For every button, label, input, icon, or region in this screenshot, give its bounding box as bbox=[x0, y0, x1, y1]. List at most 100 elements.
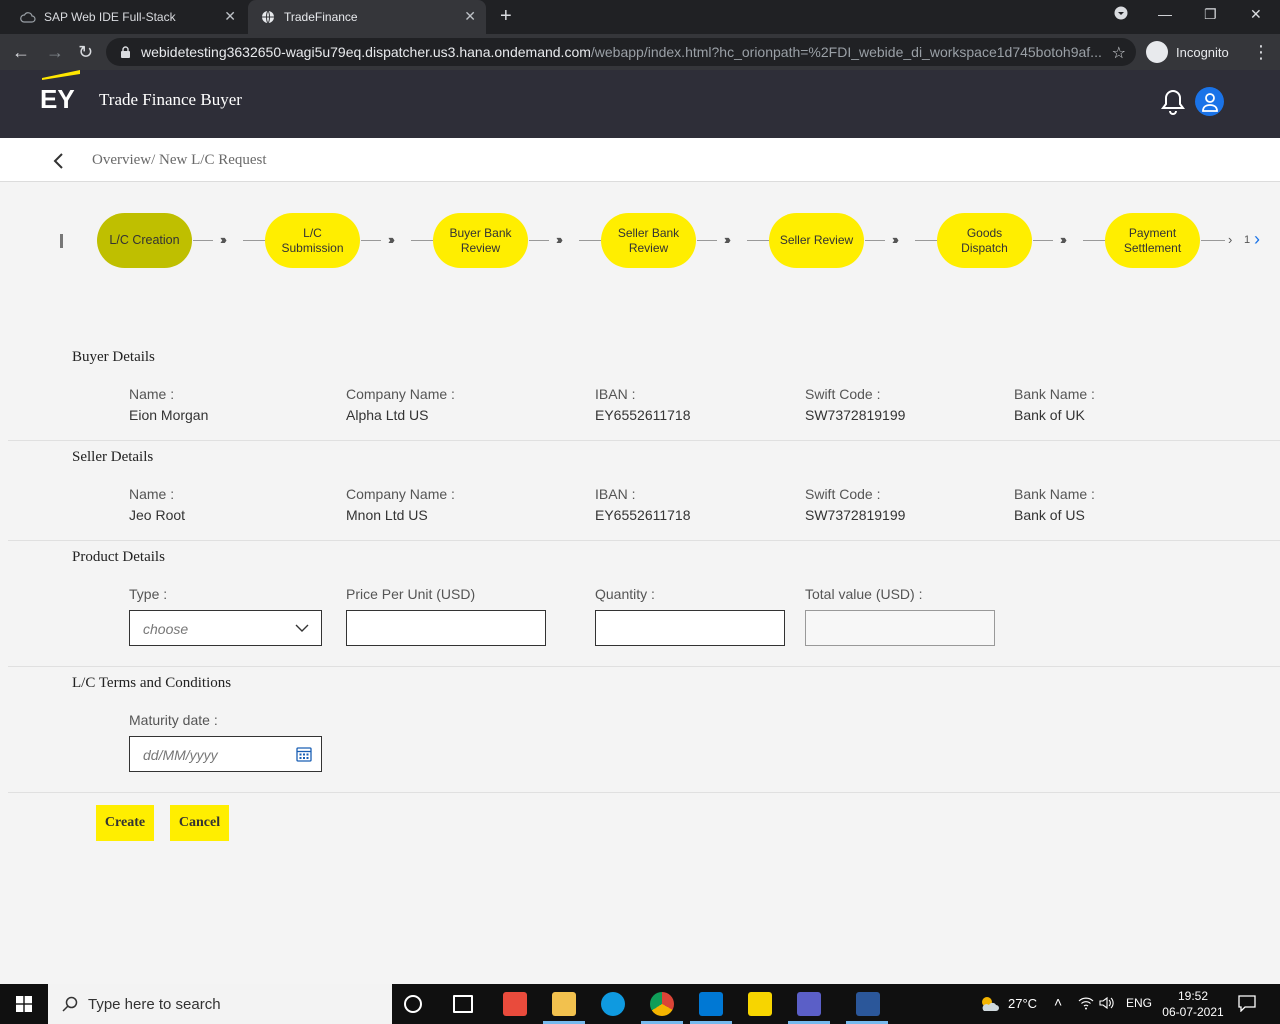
app-title: Trade Finance Buyer bbox=[99, 90, 242, 109]
total-value-input bbox=[805, 610, 995, 646]
browser-menu-icon[interactable]: ⋮ bbox=[1252, 42, 1270, 63]
vscode-icon[interactable] bbox=[699, 992, 723, 1016]
teams-icon[interactable] bbox=[797, 992, 821, 1016]
tray-chevron-up-icon[interactable]: ˄ bbox=[1054, 994, 1062, 1010]
step-connector bbox=[529, 240, 549, 241]
quantity-input[interactable] bbox=[595, 610, 785, 646]
section-divider bbox=[8, 792, 1280, 793]
seller-company-value: Mnon Ltd US bbox=[346, 507, 428, 523]
step-buyer-bank-review[interactable]: Buyer Bank Review bbox=[433, 213, 528, 268]
seller-swift-label: Swift Code : bbox=[805, 486, 881, 502]
chevrons-right-icon: ››› bbox=[724, 232, 731, 247]
lc-terms-title: L/C Terms and Conditions bbox=[72, 675, 232, 691]
language-indicator[interactable]: ENG bbox=[1126, 996, 1152, 1010]
sticky-notes-icon[interactable] bbox=[748, 992, 772, 1016]
windows-taskbar: Type here to search 27°C ˄ ENG 19:52 06-… bbox=[0, 984, 1280, 1024]
chevrons-right-icon: ››› bbox=[1060, 232, 1067, 247]
cortana-icon[interactable] bbox=[404, 995, 422, 1013]
section-divider bbox=[8, 666, 1280, 667]
tab-title: SAP Web IDE Full-Stack bbox=[44, 10, 176, 24]
url-host: webidetesting3632650-wagi5u79eq.dispatch… bbox=[141, 44, 591, 60]
buyer-company-label: Company Name : bbox=[346, 386, 455, 402]
step-seller-bank-review[interactable]: Seller Bank Review bbox=[601, 213, 696, 268]
type-select[interactable]: choose bbox=[129, 610, 322, 646]
calendar-icon[interactable] bbox=[296, 746, 312, 762]
task-view-icon[interactable] bbox=[453, 995, 473, 1013]
seller-company-label: Company Name : bbox=[346, 486, 455, 502]
chevrons-right-icon: ››› bbox=[388, 232, 395, 247]
step-label: Payment Settlement bbox=[1123, 225, 1182, 255]
product-details-title: Product Details bbox=[72, 549, 165, 565]
step-connector bbox=[361, 240, 381, 241]
seller-bank-label: Bank Name : bbox=[1014, 486, 1095, 502]
user-avatar[interactable] bbox=[1195, 87, 1224, 116]
close-tab-icon[interactable]: ✕ bbox=[464, 9, 476, 23]
seller-iban-label: IBAN : bbox=[595, 486, 636, 502]
browser-tab-bar: SAP Web IDE Full-Stack ✕ TradeFinance ✕ … bbox=[0, 0, 1280, 34]
step-payment-settlement[interactable]: Payment Settlement bbox=[1105, 213, 1200, 268]
chrome-icon[interactable] bbox=[650, 992, 674, 1016]
weather-icon[interactable] bbox=[978, 994, 1000, 1017]
taskbar-search-input[interactable]: Type here to search bbox=[48, 984, 392, 1024]
back-arrow-icon[interactable]: ← bbox=[12, 42, 30, 62]
step-connector bbox=[697, 240, 717, 241]
user-icon bbox=[1201, 92, 1218, 112]
buyer-bank-label: Bank Name : bbox=[1014, 386, 1095, 402]
cloud-icon bbox=[20, 9, 36, 25]
create-button[interactable]: Create bbox=[96, 805, 154, 841]
browser-tab-sap-webide[interactable]: SAP Web IDE Full-Stack ✕ bbox=[8, 0, 246, 34]
breadcrumb[interactable]: Overview/ New L/C Request bbox=[92, 152, 267, 169]
cancel-button[interactable]: Cancel bbox=[170, 805, 229, 841]
step-connector bbox=[747, 240, 769, 241]
step-seller-review[interactable]: Seller Review bbox=[769, 213, 864, 268]
new-tab-icon[interactable]: + bbox=[500, 6, 512, 26]
notification-center-icon[interactable] bbox=[1238, 995, 1256, 1012]
incognito-indicator[interactable]: Incognito bbox=[1146, 40, 1229, 64]
step-lc-creation[interactable]: L/C Creation bbox=[97, 213, 192, 268]
step-goods-dispatch[interactable]: Goods Dispatch bbox=[937, 213, 1032, 268]
browser-tab-tradefinance[interactable]: TradeFinance ✕ bbox=[248, 0, 486, 34]
maturity-date-picker[interactable]: dd/MM/yyyy bbox=[129, 736, 322, 772]
restore-icon[interactable]: ❐ bbox=[1204, 6, 1217, 23]
windows-start-icon[interactable] bbox=[16, 996, 32, 1012]
minimize-icon[interactable]: — bbox=[1158, 6, 1172, 22]
seller-details-title: Seller Details bbox=[72, 449, 154, 465]
price-per-unit-input[interactable] bbox=[346, 610, 546, 646]
notification-bell-icon[interactable] bbox=[1160, 88, 1186, 116]
forward-arrow-icon[interactable]: → bbox=[46, 42, 64, 62]
word-icon[interactable] bbox=[856, 992, 880, 1016]
step-label: L/C Submission bbox=[281, 225, 344, 255]
type-placeholder: choose bbox=[143, 621, 189, 637]
tab-title: TradeFinance bbox=[284, 10, 358, 24]
chevron-down-icon bbox=[295, 624, 309, 632]
profile-dropdown-icon[interactable] bbox=[1114, 6, 1128, 23]
git-app-icon[interactable] bbox=[503, 992, 527, 1016]
skype-icon[interactable] bbox=[601, 992, 625, 1016]
seller-iban-value: EY6552611718 bbox=[595, 507, 691, 523]
stepper-next-icon[interactable]: › bbox=[1254, 230, 1260, 248]
buyer-swift-value: SW7372819199 bbox=[805, 407, 906, 423]
volume-icon[interactable] bbox=[1099, 996, 1115, 1013]
url-field[interactable]: webidetesting3632650-wagi5u79eq.dispatch… bbox=[106, 38, 1136, 66]
back-chevron-icon[interactable] bbox=[50, 152, 66, 170]
step-label: Goods Dispatch bbox=[961, 225, 1008, 255]
step-lc-submission[interactable]: L/C Submission bbox=[265, 213, 360, 268]
chevrons-right-icon: ››› bbox=[556, 232, 563, 247]
stepper-start-marker bbox=[60, 234, 63, 248]
maturity-date-placeholder: dd/MM/yyyy bbox=[143, 747, 218, 763]
bookmark-star-icon[interactable]: ☆ bbox=[1112, 43, 1126, 63]
wifi-icon[interactable] bbox=[1078, 996, 1094, 1013]
close-tab-icon[interactable]: ✕ bbox=[224, 9, 236, 23]
buyer-details-title: Buyer Details bbox=[72, 349, 155, 365]
reload-icon[interactable]: ↻ bbox=[78, 42, 93, 62]
seller-name-label: Name : bbox=[129, 486, 175, 502]
taskbar-clock[interactable]: 19:52 06-07-2021 bbox=[1160, 988, 1226, 1020]
price-label: Price Per Unit (USD) bbox=[346, 586, 476, 602]
section-divider bbox=[8, 540, 1280, 541]
buyer-swift-label: Swift Code : bbox=[805, 386, 881, 402]
file-explorer-icon[interactable] bbox=[552, 992, 576, 1016]
close-window-icon[interactable]: ✕ bbox=[1250, 6, 1262, 23]
step-connector bbox=[1201, 240, 1225, 241]
step-connector bbox=[1033, 240, 1053, 241]
buyer-iban-label: IBAN : bbox=[595, 386, 636, 402]
